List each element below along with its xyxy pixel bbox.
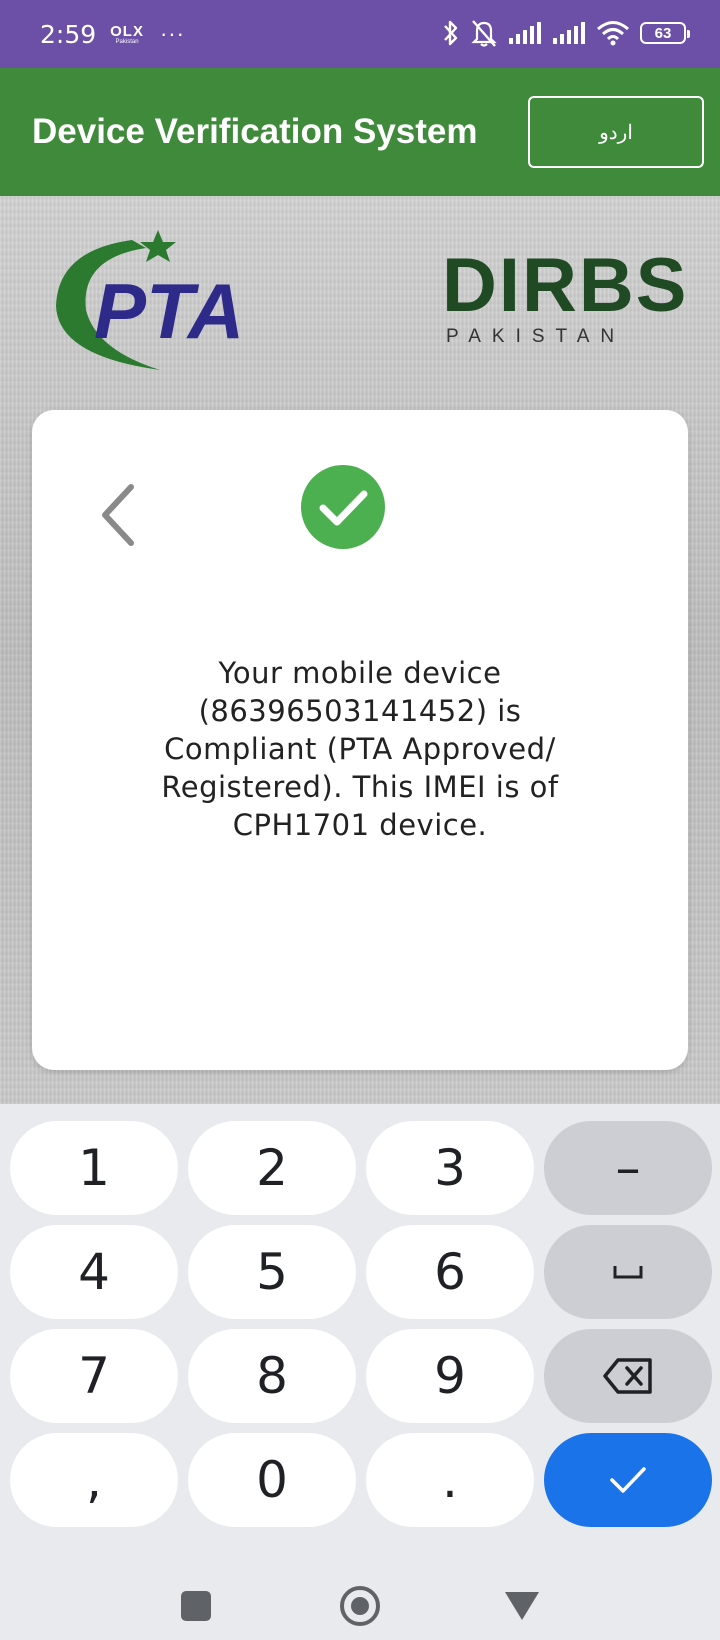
key-backspace[interactable] — [544, 1329, 712, 1423]
dirbs-logo-text: DIRBS — [442, 243, 689, 328]
key-2[interactable]: 2 — [188, 1121, 356, 1215]
status-bar: 2:59 OLX Pakistan ··· 63 — [0, 0, 720, 68]
key-comma[interactable]: , — [10, 1433, 178, 1527]
battery-level: 63 — [654, 24, 672, 42]
chevron-left-icon — [102, 484, 134, 546]
status-time: 2:59 — [40, 19, 97, 49]
bluetooth-icon — [444, 20, 458, 46]
key-8[interactable]: 8 — [188, 1329, 356, 1423]
recent-apps-button[interactable] — [181, 1591, 211, 1621]
key-4[interactable]: 4 — [10, 1225, 178, 1319]
urdu-language-button[interactable]: اردو — [528, 96, 704, 168]
signal-icon-2 — [553, 22, 585, 44]
back-nav-button[interactable] — [505, 1592, 539, 1620]
back-button[interactable] — [92, 480, 142, 550]
key-period[interactable]: . — [366, 1433, 534, 1527]
bell-muted-icon — [471, 20, 497, 47]
space-icon — [613, 1266, 643, 1279]
key-5[interactable]: 5 — [188, 1225, 356, 1319]
pta-logo-text: PTA — [94, 267, 244, 355]
home-dot — [351, 1597, 369, 1615]
battery-icon: 63 — [640, 22, 690, 44]
olx-notification-icon: OLX Pakistan — [110, 22, 144, 45]
key-7[interactable]: 7 — [10, 1329, 178, 1423]
check-circle-icon — [301, 465, 385, 549]
app-bar: Device Verification System اردو — [0, 68, 720, 196]
backspace-icon — [603, 1358, 652, 1394]
key-enter[interactable] — [544, 1433, 712, 1527]
home-button[interactable] — [340, 1586, 380, 1626]
key-0[interactable]: 0 — [188, 1433, 356, 1527]
signal-icon — [509, 22, 541, 44]
navigation-bar — [0, 1536, 720, 1640]
more-notifications-icon: ··· — [159, 21, 185, 46]
wifi-icon — [597, 21, 629, 46]
key-6[interactable]: 6 — [366, 1225, 534, 1319]
key-9[interactable]: 9 — [366, 1329, 534, 1423]
key-space[interactable] — [544, 1225, 712, 1319]
result-card: Your mobile device (86396503141452) is C… — [32, 410, 688, 1070]
numeric-keyboard: 1 2 3 – 4 5 6 7 8 9 , 0 . — [0, 1104, 720, 1536]
key-1[interactable]: 1 — [10, 1121, 178, 1215]
page-title: Device Verification System — [32, 112, 478, 151]
dirbs-logo-subtext: PAKISTAN — [446, 326, 626, 347]
key-minus[interactable]: – — [544, 1121, 712, 1215]
check-icon — [610, 1467, 646, 1493]
pta-logo: PTA — [56, 230, 244, 370]
compliance-message: Your mobile device (86396503141452) is C… — [161, 656, 559, 842]
key-3[interactable]: 3 — [366, 1121, 534, 1215]
dirbs-logo: DIRBS PAKISTAN — [442, 248, 686, 348]
